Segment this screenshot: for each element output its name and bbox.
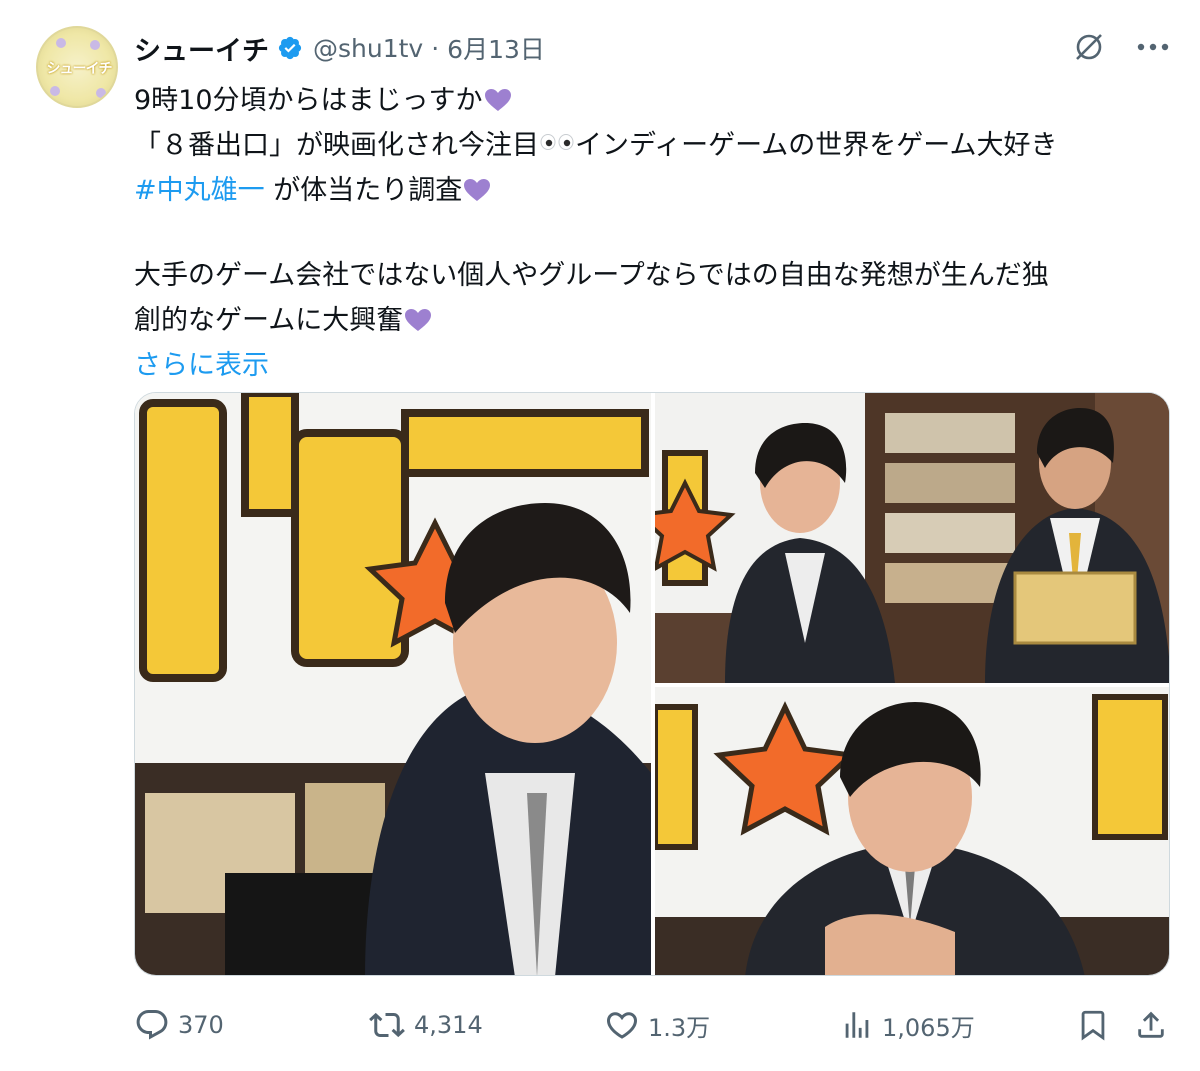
- show-more-line: さらに表示: [134, 343, 1174, 388]
- tweet-text: 9時10分頃からはまじっすか 「８番出口」が映画化され今注目 インディーゲームの世…: [134, 78, 1174, 388]
- like-icon: [606, 1012, 638, 1039]
- tweet-actions: 370 4,314 1.3万 1,065万: [134, 1002, 1174, 1048]
- text-segment: 創的なゲームに大興奮: [134, 305, 404, 336]
- share-icon: [1138, 1011, 1164, 1038]
- text-segment: 9時10分頃からはまじっすか: [134, 85, 483, 116]
- eyes-icon: [540, 134, 574, 150]
- separator-dot: ·: [431, 33, 440, 63]
- text-segment: 大手のゲーム会社ではない個人やグループならではの自由な発想が生んだ独: [134, 260, 1049, 291]
- avatar[interactable]: シューイチ: [36, 26, 118, 108]
- handle[interactable]: @shu1tv: [313, 34, 423, 63]
- photo-3[interactable]: [655, 687, 1169, 975]
- purple-heart-icon: [484, 89, 511, 111]
- text-segment: 「８番出口」が映画化され今注目: [134, 130, 539, 161]
- verified-badge-icon[interactable]: [277, 35, 303, 61]
- repost-count: 4,314: [414, 1011, 483, 1039]
- hashtag-link[interactable]: #中丸雄一: [134, 175, 265, 206]
- bookmark-icon: [1081, 1010, 1105, 1041]
- share-button[interactable]: [1134, 1002, 1176, 1048]
- text-line-1: 9時10分頃からはまじっすか: [134, 78, 1174, 123]
- text-line-3: #中丸雄一 が体当たり調査: [134, 168, 1174, 213]
- like-count: 1.3万: [648, 1013, 711, 1042]
- reply-icon: [136, 1010, 168, 1040]
- bookmark-button[interactable]: [1076, 1002, 1118, 1048]
- views-icon: [845, 1012, 869, 1038]
- show-more-link[interactable]: さらに表示: [134, 350, 269, 381]
- repost-button[interactable]: 4,314: [368, 1002, 483, 1048]
- text-line-2: 「８番出口」が映画化され今注目 インディーゲームの世界をゲーム大好き: [134, 123, 1174, 168]
- views-button[interactable]: 1,065万: [840, 1002, 975, 1048]
- more-icon[interactable]: [1136, 42, 1170, 52]
- text-segment: が体当たり調査: [264, 175, 463, 206]
- purple-heart-icon: [464, 179, 491, 201]
- repost-icon: [369, 1012, 405, 1038]
- photo-2[interactable]: [655, 393, 1169, 683]
- like-button[interactable]: 1.3万: [604, 1002, 710, 1048]
- reply-button[interactable]: 370: [134, 1002, 224, 1048]
- photo-1[interactable]: [135, 393, 651, 975]
- grok-icon[interactable]: [1072, 30, 1106, 64]
- text-line-5: 創的なゲームに大興奮: [134, 298, 1174, 343]
- views-count: 1,065万: [882, 1013, 975, 1042]
- text-line-4: 大手のゲーム会社ではない個人やグループならではの自由な発想が生んだ独: [134, 253, 1174, 298]
- tweet-date[interactable]: 6月13日: [447, 30, 545, 66]
- purple-heart-icon: [405, 309, 432, 331]
- avatar-logo-text: シューイチ: [46, 61, 113, 77]
- reply-count: 370: [178, 1011, 224, 1039]
- tweet-header: シューイチ @shu1tv · 6月13日: [134, 28, 545, 68]
- header-actions: [1072, 30, 1170, 64]
- media-grid: [134, 392, 1170, 976]
- text-segment: インディーゲームの世界をゲーム大好き: [575, 130, 1058, 161]
- display-name[interactable]: シューイチ: [134, 29, 269, 68]
